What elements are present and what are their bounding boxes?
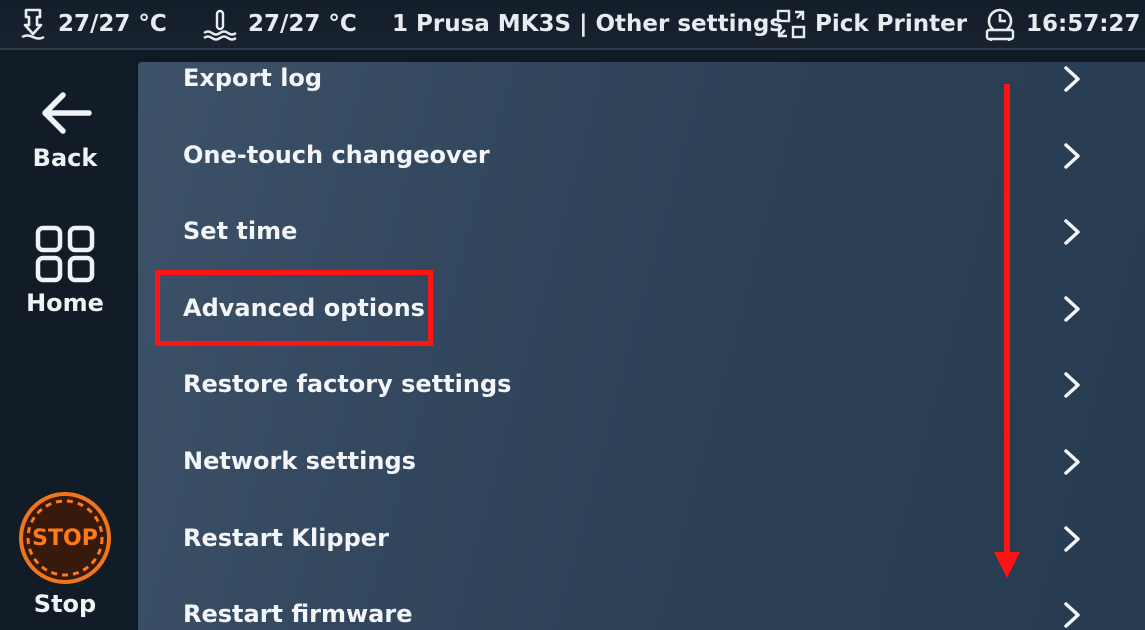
menu-item-label: Export log [183,64,323,92]
chevron-right-icon [1064,372,1080,398]
chevron-right-icon [1064,219,1080,245]
bed-temp-icon [203,9,237,41]
stop-badge-text: STOP [32,525,98,551]
chevron-right-icon [1064,526,1080,552]
stop-label: Stop [33,590,97,618]
chevron-right-icon [1064,66,1080,92]
chevron-right-icon [1064,449,1080,475]
bed-temp-value: 27/27 °C [248,11,357,37]
stop-button[interactable]: STOP Stop [0,490,130,618]
stop-icon: STOP [17,490,113,586]
nozzle-temp-value: 27/27 °C [58,11,167,37]
chevron-right-icon [1064,296,1080,322]
clock-time: 16:57:27 [1026,11,1141,37]
printer-title-text: 1 Prusa MK3S | Other settings [392,11,784,37]
menu-item-label: One-touch changeover [183,141,490,169]
printer-clock-icon [985,8,1015,41]
back-label: Back [32,144,98,172]
menu-item-label: Network settings [183,447,416,475]
menu-item-label: Advanced options [183,294,425,322]
chevron-right-icon [1064,143,1080,169]
screen: 27/27 °C 27/27 °C 1 Prusa MK3S | Other s… [0,0,1145,630]
menu-item-label: Restart Klipper [183,524,389,552]
pick-printer-icon [776,9,806,39]
back-button[interactable]: Back [0,88,130,172]
menu-item-label: Restore factory settings [183,370,512,398]
home-button[interactable]: Home [0,225,130,317]
grid-home-icon [35,225,95,283]
menu-item-restart-firmware[interactable]: Restart firmware [138,576,1145,630]
menu-item-label: Restart firmware [183,600,413,628]
left-navigation: Back Home STOP Stop [0,50,136,630]
scroll-down-arrow-icon [994,84,1020,578]
pick-printer-label: Pick Printer [815,11,968,37]
arrow-left-icon [42,92,92,134]
chevron-right-icon [1064,602,1080,628]
nozzle-temp-icon [21,8,45,40]
home-label: Home [26,289,104,317]
menu-item-label: Set time [183,217,298,245]
